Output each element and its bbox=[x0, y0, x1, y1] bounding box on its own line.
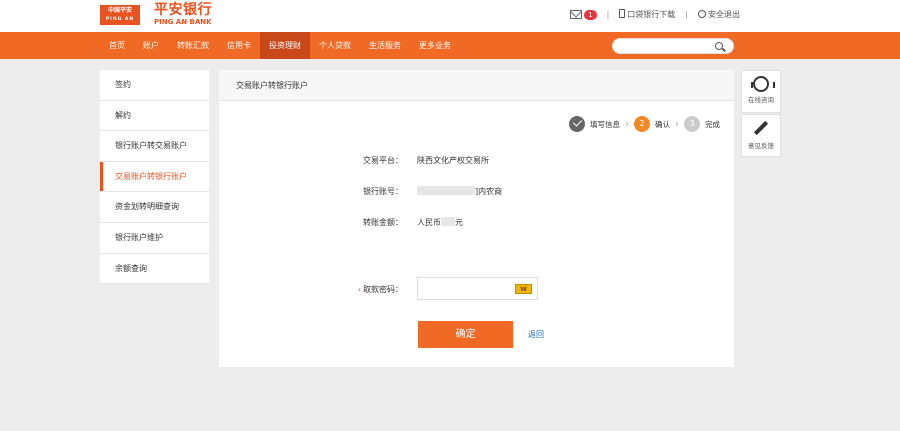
step-label: 填写信息 bbox=[590, 119, 620, 129]
step-label: 确认 bbox=[655, 119, 670, 129]
sidebar-item-trade-to-bank[interactable]: 交易账户转银行账户 bbox=[100, 161, 209, 193]
bank-account-label: 银行账号： bbox=[363, 187, 403, 196]
nav-item-accounts[interactable]: 账户 bbox=[134, 32, 168, 59]
brand-name[interactable]: 平安银行 PING AN BANK bbox=[154, 2, 212, 27]
pingan-logo[interactable]: 中国平安 PING AN bbox=[100, 5, 140, 25]
divider: | bbox=[685, 10, 688, 19]
amount-label: 转账金额： bbox=[363, 218, 403, 227]
search-input[interactable] bbox=[612, 38, 734, 54]
back-link[interactable]: 返回 bbox=[528, 329, 544, 340]
feedback-button[interactable]: 意见反馈 bbox=[741, 114, 781, 157]
nav-item-investment[interactable]: 投资理财 bbox=[260, 32, 310, 59]
brand-name-cn: 平安银行 bbox=[154, 2, 212, 18]
headset-icon bbox=[751, 76, 775, 92]
keyboard-icon[interactable]: W bbox=[515, 284, 532, 294]
top-header: 中国平安 PING AN 平安银行 PING AN BANK 1 | 口袋银行下… bbox=[0, 0, 900, 32]
logo-text-en: PING AN bbox=[105, 17, 135, 22]
sidebar-item-balance-query[interactable]: 余额查询 bbox=[100, 254, 209, 285]
password-input[interactable]: W bbox=[417, 277, 538, 300]
nav-items: 首页 账户 转账汇款 信用卡 投资理财 个人贷款 生活服务 更多业务 bbox=[100, 32, 460, 59]
password-label-text: 取款密码： bbox=[363, 285, 403, 294]
masked-account bbox=[417, 186, 475, 195]
panel-title: 交易账户转银行账户 bbox=[219, 70, 734, 101]
bank-account-value: ]内农商 bbox=[417, 186, 502, 197]
step-number: 2 bbox=[634, 116, 650, 132]
brand-name-en: PING AN BANK bbox=[154, 18, 212, 26]
masked-amount bbox=[441, 217, 455, 226]
amount-unit: 元 bbox=[455, 218, 463, 227]
nav-item-loans[interactable]: 个人贷款 bbox=[310, 32, 360, 59]
search-icon[interactable] bbox=[715, 42, 723, 50]
platform-label: 交易平台： bbox=[363, 156, 403, 165]
main-nav: 首页 账户 转账汇款 信用卡 投资理财 个人贷款 生活服务 更多业务 bbox=[0, 32, 900, 59]
check-icon bbox=[569, 116, 585, 132]
nav-item-home[interactable]: 首页 bbox=[100, 32, 134, 59]
platform-value: 陕西文化产权交易所 bbox=[417, 156, 489, 165]
feedback-label: 意见反馈 bbox=[748, 142, 774, 150]
required-mark: ‹ bbox=[357, 285, 361, 294]
password-label: ‹ 取款密码： bbox=[358, 284, 403, 295]
transfer-panel: 交易账户转银行账户 填写信息 › 2 确认 › 3 完成 交易平台： 陕西文化产… bbox=[219, 70, 734, 367]
step-number: 3 bbox=[684, 116, 700, 132]
confirm-button[interactable]: 确定 bbox=[418, 321, 513, 348]
logo-text-cn: 中国平安 bbox=[107, 7, 132, 14]
nav-item-transfer[interactable]: 转账汇款 bbox=[168, 32, 218, 59]
step-label: 完成 bbox=[705, 119, 720, 129]
nav-item-life-services[interactable]: 生活服务 bbox=[360, 32, 410, 59]
bank-account-suffix: ]内农商 bbox=[475, 187, 503, 196]
sidebar-item-unsign[interactable]: 解约 bbox=[100, 101, 209, 132]
online-service-label: 在线咨询 bbox=[748, 96, 774, 104]
header-utilities: 1 | 口袋银行下载 | 安全退出 bbox=[570, 9, 740, 20]
logout-link[interactable]: 安全退出 bbox=[698, 9, 740, 20]
app-download-label: 口袋银行下载 bbox=[627, 10, 676, 19]
online-service-button[interactable]: 在线咨询 bbox=[741, 70, 781, 113]
logout-label: 安全退出 bbox=[708, 10, 740, 19]
divider: | bbox=[606, 10, 610, 19]
power-icon bbox=[698, 10, 706, 18]
chevron-right-icon: › bbox=[625, 118, 629, 130]
nav-item-credit-card[interactable]: 信用卡 bbox=[218, 32, 260, 59]
app-download-link[interactable]: 口袋银行下载 bbox=[619, 9, 675, 20]
sidebar: 签约 解约 银行账户转交易账户 交易账户转银行账户 资金划转明细查询 银行账户维… bbox=[100, 70, 209, 285]
currency-label: 人民币 bbox=[417, 218, 441, 227]
sidebar-item-transfer-query[interactable]: 资金划转明细查询 bbox=[100, 192, 209, 223]
phone-icon bbox=[619, 9, 626, 18]
mail-icon[interactable] bbox=[570, 10, 583, 19]
amount-value: 人民币 元 bbox=[417, 217, 463, 228]
pencil-icon bbox=[753, 120, 769, 136]
chevron-right-icon: › bbox=[675, 118, 679, 130]
progress-steps: 填写信息 › 2 确认 › 3 完成 bbox=[569, 116, 720, 132]
sidebar-item-sign[interactable]: 签约 bbox=[100, 70, 209, 101]
mail-count-badge: 1 bbox=[584, 9, 597, 20]
sidebar-item-bank-to-trade[interactable]: 银行账户转交易账户 bbox=[100, 131, 209, 162]
nav-item-more[interactable]: 更多业务 bbox=[410, 32, 460, 59]
sidebar-item-account-maintenance[interactable]: 银行账户维护 bbox=[100, 223, 209, 254]
floating-tools: 在线咨询 意见反馈 bbox=[741, 70, 781, 158]
